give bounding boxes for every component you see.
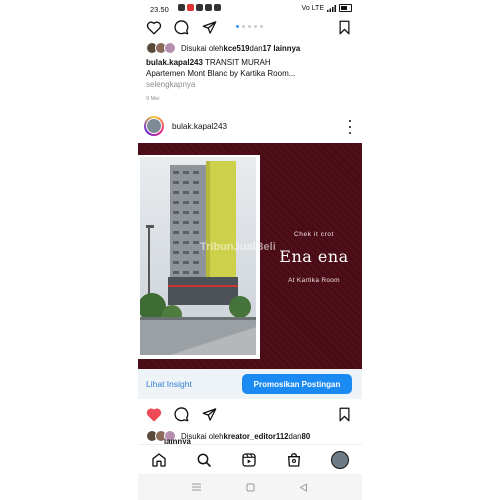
status-bar: 23.50 Vo LTE <box>138 0 362 18</box>
notification-icon <box>187 4 194 11</box>
caption-line1: TRANSIT MURAH <box>202 58 271 67</box>
post-date: 9 Mei <box>146 96 160 102</box>
back-icon[interactable] <box>298 482 308 492</box>
signal-icon <box>327 4 336 12</box>
post1-likes[interactable]: Disukai oleh kce519 dan 17 lainnya <box>146 42 300 54</box>
avatar[interactable] <box>144 116 164 136</box>
bookmark-icon[interactable] <box>335 18 353 36</box>
bottom-nav <box>138 444 362 475</box>
notification-icons <box>178 4 221 11</box>
likes-others[interactable]: 80 <box>302 432 311 441</box>
overlay-small-text: Chek it crot <box>293 231 335 238</box>
profile-avatar[interactable] <box>331 451 349 469</box>
battery-icon <box>339 4 352 12</box>
view-insight-link[interactable]: Lihat Insight <box>146 379 192 389</box>
liker-avatars <box>146 42 176 54</box>
liker-username[interactable]: kreator_editor112 <box>223 432 288 441</box>
watermark-text: TribunJualBeli <box>200 241 276 253</box>
clock-icon <box>214 4 221 11</box>
search-icon[interactable] <box>195 451 213 469</box>
status-time: 23.50 <box>150 5 169 14</box>
post2-header: bulak.kapal243 <box>138 114 362 140</box>
share-icon[interactable] <box>200 405 218 423</box>
chat-icon <box>205 4 212 11</box>
likes-conj: dan <box>288 431 302 441</box>
post1-caption: bulak.kapal243 TRANSIT MURAH Apartemen M… <box>146 57 356 79</box>
likes-prefix: Disukai oleh <box>181 43 224 53</box>
home-icon[interactable] <box>150 451 168 469</box>
phone-screen: 23.50 Vo LTE Disukai oleh kce519 dan 17 … <box>138 0 362 500</box>
system-nav <box>138 474 362 500</box>
promote-post-button[interactable]: Promosikan Postingan <box>242 374 352 394</box>
comment-icon[interactable] <box>172 18 190 36</box>
home-square-icon[interactable] <box>245 482 255 492</box>
instagram-icon <box>196 4 203 11</box>
overlay-subtitle: At Kartika Room <box>288 277 340 284</box>
liker-username[interactable]: kce519 <box>223 44 249 53</box>
heart-filled-icon[interactable] <box>145 405 163 423</box>
see-more-link[interactable]: selengkapnya <box>146 80 195 89</box>
more-options-icon[interactable] <box>348 120 352 134</box>
status-right: Vo LTE <box>302 4 352 12</box>
post2-actions <box>138 405 362 425</box>
share-icon[interactable] <box>200 18 218 36</box>
caption-username[interactable]: bulak.kapal243 <box>146 58 203 67</box>
shop-icon[interactable] <box>285 451 303 469</box>
reels-icon[interactable] <box>240 451 258 469</box>
carousel-indicator <box>236 25 263 28</box>
post-username[interactable]: bulak.kapal243 <box>172 122 227 131</box>
insight-bar: Lihat Insight Promosikan Postingan <box>138 369 362 399</box>
likes-others[interactable]: 17 lainnya <box>263 44 301 53</box>
bookmark-icon[interactable] <box>335 405 353 423</box>
building-photo <box>140 157 256 355</box>
comment-icon[interactable] <box>172 405 190 423</box>
menu-icon[interactable] <box>191 482 201 492</box>
likes-conj: dan <box>249 43 263 53</box>
post-image[interactable]: TribunJualBeli Chek it crot Ena ena At K… <box>138 143 362 369</box>
signal-text: Vo LTE <box>301 4 324 12</box>
heart-icon[interactable] <box>145 18 163 36</box>
building-photo-frame <box>138 155 260 359</box>
caption-line2: Apartemen Mont Blanc by Kartika Room... <box>146 69 296 78</box>
camera-icon <box>178 4 185 11</box>
post1-actions <box>138 18 362 38</box>
overlay-title: Ena ena <box>279 247 349 266</box>
